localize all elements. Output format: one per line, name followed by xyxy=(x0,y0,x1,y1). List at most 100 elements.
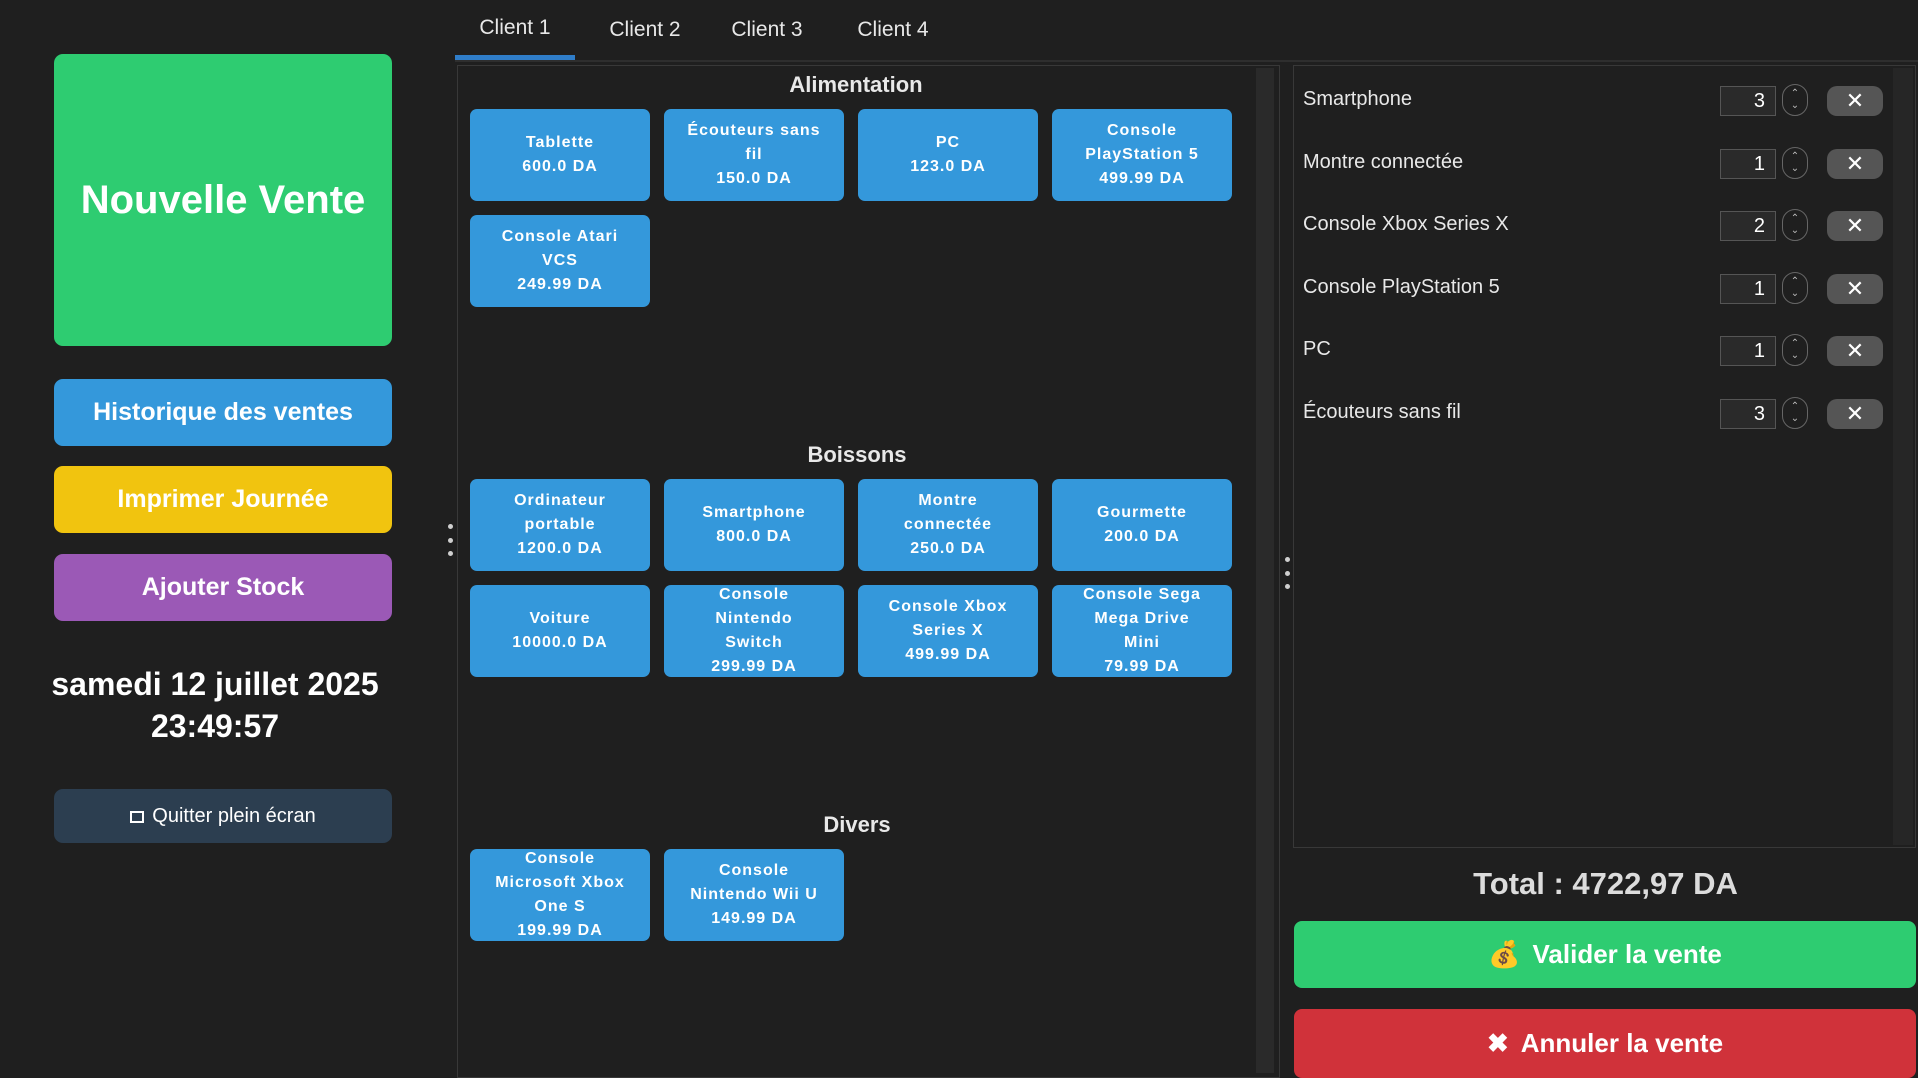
chevron-up-icon[interactable]: ⌃ xyxy=(1791,338,1799,350)
cart-item: Console PlayStation 5 1 ⌃ ⌄ ✕ xyxy=(1303,268,1893,308)
quantity-stepper[interactable]: ⌃ ⌄ xyxy=(1782,209,1808,241)
category-title: Divers xyxy=(823,812,891,837)
product-button[interactable]: Console Sega Mega Drive Mini 79.99 DA xyxy=(1052,585,1232,677)
chevron-up-icon[interactable]: ⌃ xyxy=(1791,88,1799,100)
quantity-input[interactable]: 1 xyxy=(1720,149,1776,179)
quantity-stepper[interactable]: ⌃ ⌄ xyxy=(1782,84,1808,116)
product-price: 249.99 DA xyxy=(517,276,603,293)
remove-item-button[interactable]: ✕ xyxy=(1827,274,1883,304)
cart-item-name: Smartphone xyxy=(1303,88,1412,110)
remove-item-button[interactable]: ✕ xyxy=(1827,399,1883,429)
chevron-up-icon[interactable]: ⌃ xyxy=(1791,151,1799,163)
tab-client-2[interactable]: Client 2 xyxy=(585,0,705,60)
product-button[interactable]: Écouteurs sans fil 150.0 DA xyxy=(664,109,844,201)
print-day-button[interactable]: Imprimer Journée xyxy=(54,466,392,533)
cart-item-name: Écouteurs sans fil xyxy=(1303,401,1461,423)
cart-item-name: Montre connectée xyxy=(1303,151,1464,173)
chevron-down-icon[interactable]: ⌄ xyxy=(1791,413,1799,425)
category-title: Alimentation xyxy=(789,72,923,97)
product-button[interactable]: Console Nintendo Switch 299.99 DA xyxy=(664,585,844,677)
remove-item-button[interactable]: ✕ xyxy=(1827,86,1883,116)
product-name: Console Xbox Series X xyxy=(888,598,1008,639)
chevron-up-icon[interactable]: ⌃ xyxy=(1791,401,1799,413)
restore-window-icon xyxy=(130,811,145,823)
product-button[interactable]: Voiture 10000.0 DA xyxy=(470,585,650,677)
product-name: Ordinateur portable xyxy=(514,492,606,533)
product-name: Smartphone xyxy=(702,504,806,521)
cart-panel-scrollbar[interactable] xyxy=(1893,68,1913,845)
product-price: 150.0 DA xyxy=(716,170,792,187)
right-splitter-handle[interactable] xyxy=(1283,557,1291,589)
product-button[interactable]: Montre connectée 250.0 DA xyxy=(858,479,1038,571)
new-sale-button[interactable]: Nouvelle Vente xyxy=(54,54,392,346)
datetime-display: samedi 12 juillet 2025 23:49:57 xyxy=(20,663,410,747)
chevron-down-icon[interactable]: ⌄ xyxy=(1791,100,1799,112)
product-button[interactable]: Console PlayStation 5 499.99 DA xyxy=(1052,109,1232,201)
chevron-down-icon[interactable]: ⌄ xyxy=(1791,288,1799,300)
product-name: Gourmette xyxy=(1097,504,1187,521)
product-button[interactable]: Console Microsoft Xbox One S 199.99 DA xyxy=(470,849,650,941)
left-splitter-handle[interactable] xyxy=(446,524,454,556)
quantity-stepper[interactable]: ⌃ ⌄ xyxy=(1782,334,1808,366)
product-price: 1200.0 DA xyxy=(517,540,603,557)
chevron-up-icon[interactable]: ⌃ xyxy=(1791,213,1799,225)
cart-item: Console Xbox Series X 2 ⌃ ⌄ ✕ xyxy=(1303,205,1893,245)
remove-item-button[interactable]: ✕ xyxy=(1827,336,1883,366)
product-price: 250.0 DA xyxy=(910,540,986,557)
quantity-input[interactable]: 1 xyxy=(1720,274,1776,304)
sales-history-button[interactable]: Historique des ventes xyxy=(54,379,392,446)
product-button[interactable]: Console Nintendo Wii U 149.99 DA xyxy=(664,849,844,941)
product-price: 800.0 DA xyxy=(716,528,792,545)
quantity-input[interactable]: 3 xyxy=(1720,86,1776,116)
product-button[interactable]: Smartphone 800.0 DA xyxy=(664,479,844,571)
chevron-down-icon[interactable]: ⌄ xyxy=(1791,350,1799,362)
product-button[interactable]: Console Xbox Series X 499.99 DA xyxy=(858,585,1038,677)
product-button[interactable]: Ordinateur portable 1200.0 DA xyxy=(470,479,650,571)
chevron-down-icon[interactable]: ⌄ xyxy=(1791,225,1799,237)
product-price: 600.0 DA xyxy=(522,158,598,175)
product-price: 123.0 DA xyxy=(910,158,986,175)
cart-item-name: Console PlayStation 5 xyxy=(1303,276,1500,298)
exit-fullscreen-button[interactable]: Quitter plein écran xyxy=(54,789,392,843)
tab-client-4[interactable]: Client 4 xyxy=(828,0,958,60)
product-button[interactable]: PC 123.0 DA xyxy=(858,109,1038,201)
remove-item-button[interactable]: ✕ xyxy=(1827,149,1883,179)
money-bag-icon: 💰 xyxy=(1488,939,1521,969)
cancel-sale-label: Annuler la vente xyxy=(1520,1028,1724,1058)
cart-item: Écouteurs sans fil 3 ⌃ ⌄ ✕ xyxy=(1303,393,1893,433)
tab-client-1[interactable]: Client 1 xyxy=(455,0,575,60)
product-price: 200.0 DA xyxy=(1104,528,1180,545)
client-tabs: Client 1 Client 2 Client 3 Client 4 xyxy=(455,0,1918,62)
quantity-stepper[interactable]: ⌃ ⌄ xyxy=(1782,397,1808,429)
chevron-down-icon[interactable]: ⌄ xyxy=(1791,163,1799,175)
cancel-sale-button[interactable]: ✖ Annuler la vente xyxy=(1294,1009,1916,1078)
validate-sale-button[interactable]: 💰 Valider la vente xyxy=(1294,921,1916,988)
remove-item-button[interactable]: ✕ xyxy=(1827,211,1883,241)
sidebar: Nouvelle Vente Historique des ventes Imp… xyxy=(0,0,445,1078)
add-stock-button[interactable]: Ajouter Stock xyxy=(54,554,392,621)
product-price: 149.99 DA xyxy=(711,910,797,927)
product-button[interactable]: Gourmette 200.0 DA xyxy=(1052,479,1232,571)
product-price: 10000.0 DA xyxy=(512,634,608,651)
quantity-stepper[interactable]: ⌃ ⌄ xyxy=(1782,147,1808,179)
product-price: 499.99 DA xyxy=(905,646,991,663)
date-label: samedi 12 juillet 2025 xyxy=(51,666,379,702)
product-button[interactable]: Console Atari VCS 249.99 DA xyxy=(470,215,650,307)
product-name: Console PlayStation 5 xyxy=(1085,122,1199,163)
product-name: PC xyxy=(935,134,961,151)
total-label: Total : 4722,97 DA xyxy=(1473,866,1738,901)
chevron-up-icon[interactable]: ⌃ xyxy=(1791,276,1799,288)
product-name: Écouteurs sans fil xyxy=(687,122,821,163)
close-icon: ✕ xyxy=(1845,88,1865,113)
time-label: 23:49:57 xyxy=(150,708,280,744)
tab-client-3[interactable]: Client 3 xyxy=(707,0,827,60)
product-button[interactable]: Tablette 600.0 DA xyxy=(470,109,650,201)
quantity-input[interactable]: 3 xyxy=(1720,399,1776,429)
close-icon: ✕ xyxy=(1845,213,1865,238)
quantity-input[interactable]: 2 xyxy=(1720,211,1776,241)
close-icon: ✕ xyxy=(1845,151,1865,176)
product-name: Console Atari VCS xyxy=(501,228,619,269)
product-panel-scrollbar[interactable] xyxy=(1256,68,1274,1073)
quantity-input[interactable]: 1 xyxy=(1720,336,1776,366)
quantity-stepper[interactable]: ⌃ ⌄ xyxy=(1782,272,1808,304)
